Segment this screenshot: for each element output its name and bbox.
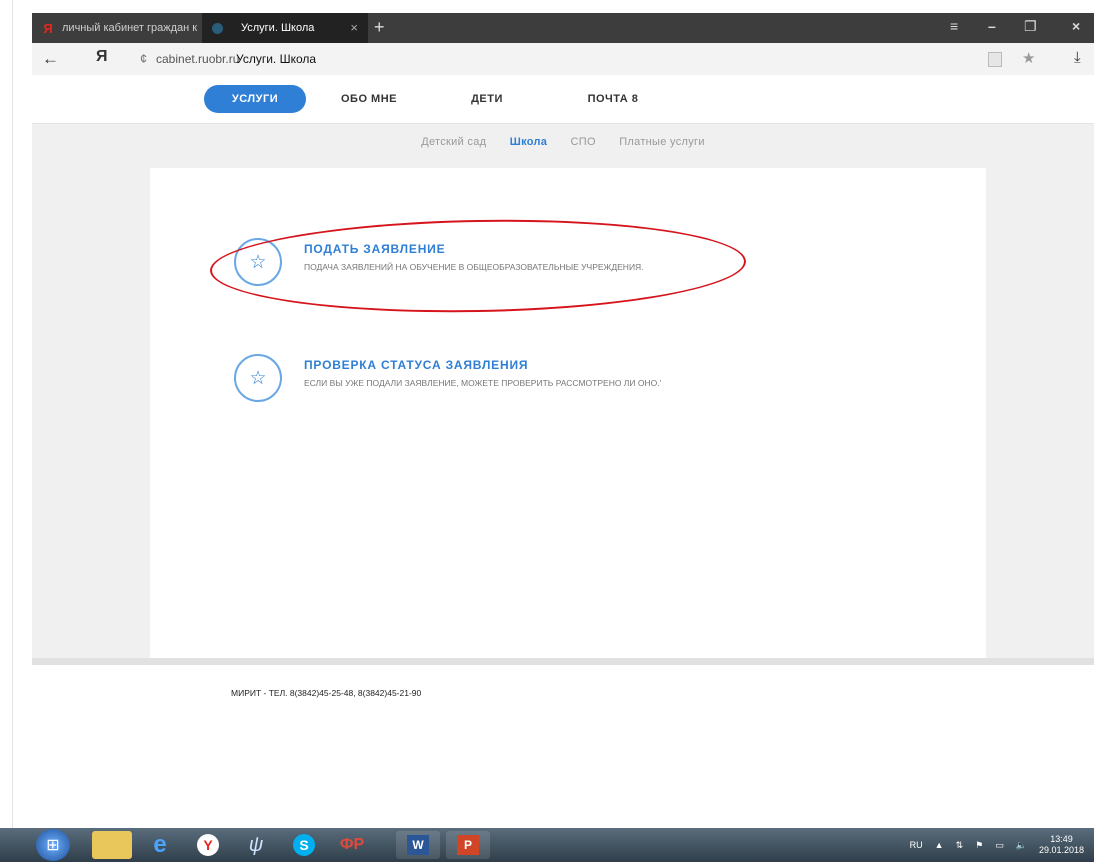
tab-label: личный кабинет граждан к	[62, 22, 198, 34]
windows-taskbar: ⊞ e Y ψ S ФР W P RU ▲ ⇅ ⚑ ▭ 🔈 13:49 29.0…	[0, 828, 1094, 862]
service-check-status[interactable]: ☆ ПРОВЕРКА СТАТУСА ЗАЯВЛЕНИЯ ЕСЛИ ВЫ УЖЕ…	[234, 354, 794, 404]
nav-label: ОБО МНЕ	[340, 93, 398, 105]
new-tab-button[interactable]: +	[374, 17, 385, 38]
star-icon: ☆	[234, 238, 282, 286]
service-description: ПОДАЧА ЗАЯВЛЕНИЙ НА ОБУЧЕНИЕ В ОБЩЕОБРАЗ…	[304, 262, 644, 272]
address-page-title[interactable]: Услуги. Школа	[236, 52, 316, 66]
subnav-paid-services[interactable]: Платные услуги	[619, 136, 705, 148]
left-window-edge	[0, 0, 13, 862]
sub-navigation: Детский сад Школа СПО Платные услуги	[32, 136, 1094, 148]
service-title[interactable]: ПРОВЕРКА СТАТУСА ЗАЯВЛЕНИЯ	[304, 358, 528, 372]
language-indicator[interactable]: RU	[910, 840, 923, 850]
footer-contacts: МИРИТ - ТЕЛ. 8(3842)45-25-48, 8(3842)45-…	[231, 688, 422, 698]
browser-tab-active[interactable]: Услуги. Школа ×	[202, 13, 368, 43]
service-description: ЕСЛИ ВЫ УЖЕ ПОДАЛИ ЗАЯВЛЕНИЕ, МОЖЕТЕ ПРО…	[304, 378, 662, 388]
service-submit-application[interactable]: ☆ ПОДАТЬ ЗАЯВЛЕНИЕ ПОДАЧА ЗАЯВЛЕНИЙ НА О…	[234, 238, 794, 288]
action-center-flag-icon[interactable]: ⚑	[975, 840, 983, 851]
word-icon[interactable]: W	[396, 831, 440, 859]
service-title[interactable]: ПОДАТЬ ЗАЯВЛЕНИЕ	[304, 242, 445, 256]
bookmark-star-icon[interactable]: ★	[1022, 49, 1035, 67]
address-bar: ← Я ¢ cabinet.ruobr.ru Услуги. Школа ★ ⤓	[32, 43, 1094, 76]
network-icon[interactable]: ⇅	[956, 840, 964, 851]
skype-icon[interactable]: S	[284, 831, 324, 859]
volume-icon[interactable]: 🔈	[1016, 840, 1027, 851]
pension-fund-app-icon[interactable]: ФР	[332, 831, 372, 859]
browser-tab-cabinet[interactable]: Я личный кабинет граждан к	[32, 13, 202, 43]
subnav-kindergarten[interactable]: Детский сад	[421, 136, 486, 148]
psi-app-icon[interactable]: ψ	[236, 831, 276, 859]
star-icon: ☆	[234, 354, 282, 402]
nav-about-me[interactable]: ОБО МНЕ	[329, 85, 409, 113]
site-main-nav: УСЛУГИ ОБО МНЕ ДЕТИ ПОЧТА 8	[32, 75, 1094, 124]
browser-tab-strip: Я личный кабинет граждан к Услуги. Школа…	[32, 13, 1094, 43]
site-footer: МИРИТ - ТЕЛ. 8(3842)45-25-48, 8(3842)45-…	[32, 658, 1094, 828]
nav-mail[interactable]: ПОЧТА 8	[578, 85, 648, 113]
windows-start-icon[interactable]: ⊞	[36, 829, 70, 861]
subnav-school[interactable]: Школа	[510, 136, 547, 148]
url-text[interactable]: cabinet.ruobr.ru	[156, 52, 239, 66]
mail-count-badge: 8	[631, 93, 639, 105]
tab-label: Услуги. Школа	[241, 22, 315, 34]
subnav-spo[interactable]: СПО	[571, 136, 596, 148]
reload-icon[interactable]: ¢	[140, 51, 147, 66]
tab-close-icon[interactable]: ×	[350, 20, 358, 35]
clock-time: 13:49	[1050, 834, 1073, 844]
nav-label: УСЛУГИ	[231, 93, 279, 105]
powerpoint-icon[interactable]: P	[446, 831, 490, 859]
nav-label: ДЕТИ	[471, 93, 503, 105]
clock[interactable]: 13:49 29.01.2018	[1039, 834, 1084, 856]
download-icon[interactable]: ⤓	[1074, 49, 1081, 66]
close-window-icon[interactable]: ×	[1072, 18, 1080, 34]
yandex-favicon-icon: Я	[43, 20, 53, 36]
back-arrow-icon[interactable]: ←	[42, 49, 59, 69]
internet-explorer-icon[interactable]: e	[140, 831, 180, 859]
minimize-icon[interactable]: –	[988, 18, 996, 34]
file-explorer-icon[interactable]	[92, 831, 132, 859]
nav-children[interactable]: ДЕТИ	[460, 85, 514, 113]
content-area: Детский сад Школа СПО Платные услуги ☆ П…	[32, 124, 1094, 658]
yandex-logo-icon[interactable]: Я	[96, 48, 108, 66]
nav-label: ПОЧТА	[587, 93, 629, 105]
clock-date: 29.01.2018	[1038, 845, 1084, 855]
tray-expand-icon[interactable]: ▲	[935, 840, 944, 850]
restore-icon[interactable]: ❐	[1024, 18, 1037, 35]
nav-services[interactable]: УСЛУГИ	[204, 85, 306, 113]
services-card: ☆ ПОДАТЬ ЗАЯВЛЕНИЕ ПОДАЧА ЗАЯВЛЕНИЙ НА О…	[150, 168, 986, 658]
globe-favicon-icon	[212, 22, 223, 34]
reader-mode-icon[interactable]	[988, 52, 1002, 67]
yandex-browser-icon[interactable]: Y	[188, 831, 228, 859]
browser-menu-icon[interactable]: ≡	[950, 18, 958, 34]
display-icon[interactable]: ▭	[995, 840, 1004, 851]
system-tray: RU ▲ ⇅ ⚑ ▭ 🔈 13:49 29.01.2018	[904, 828, 1090, 862]
